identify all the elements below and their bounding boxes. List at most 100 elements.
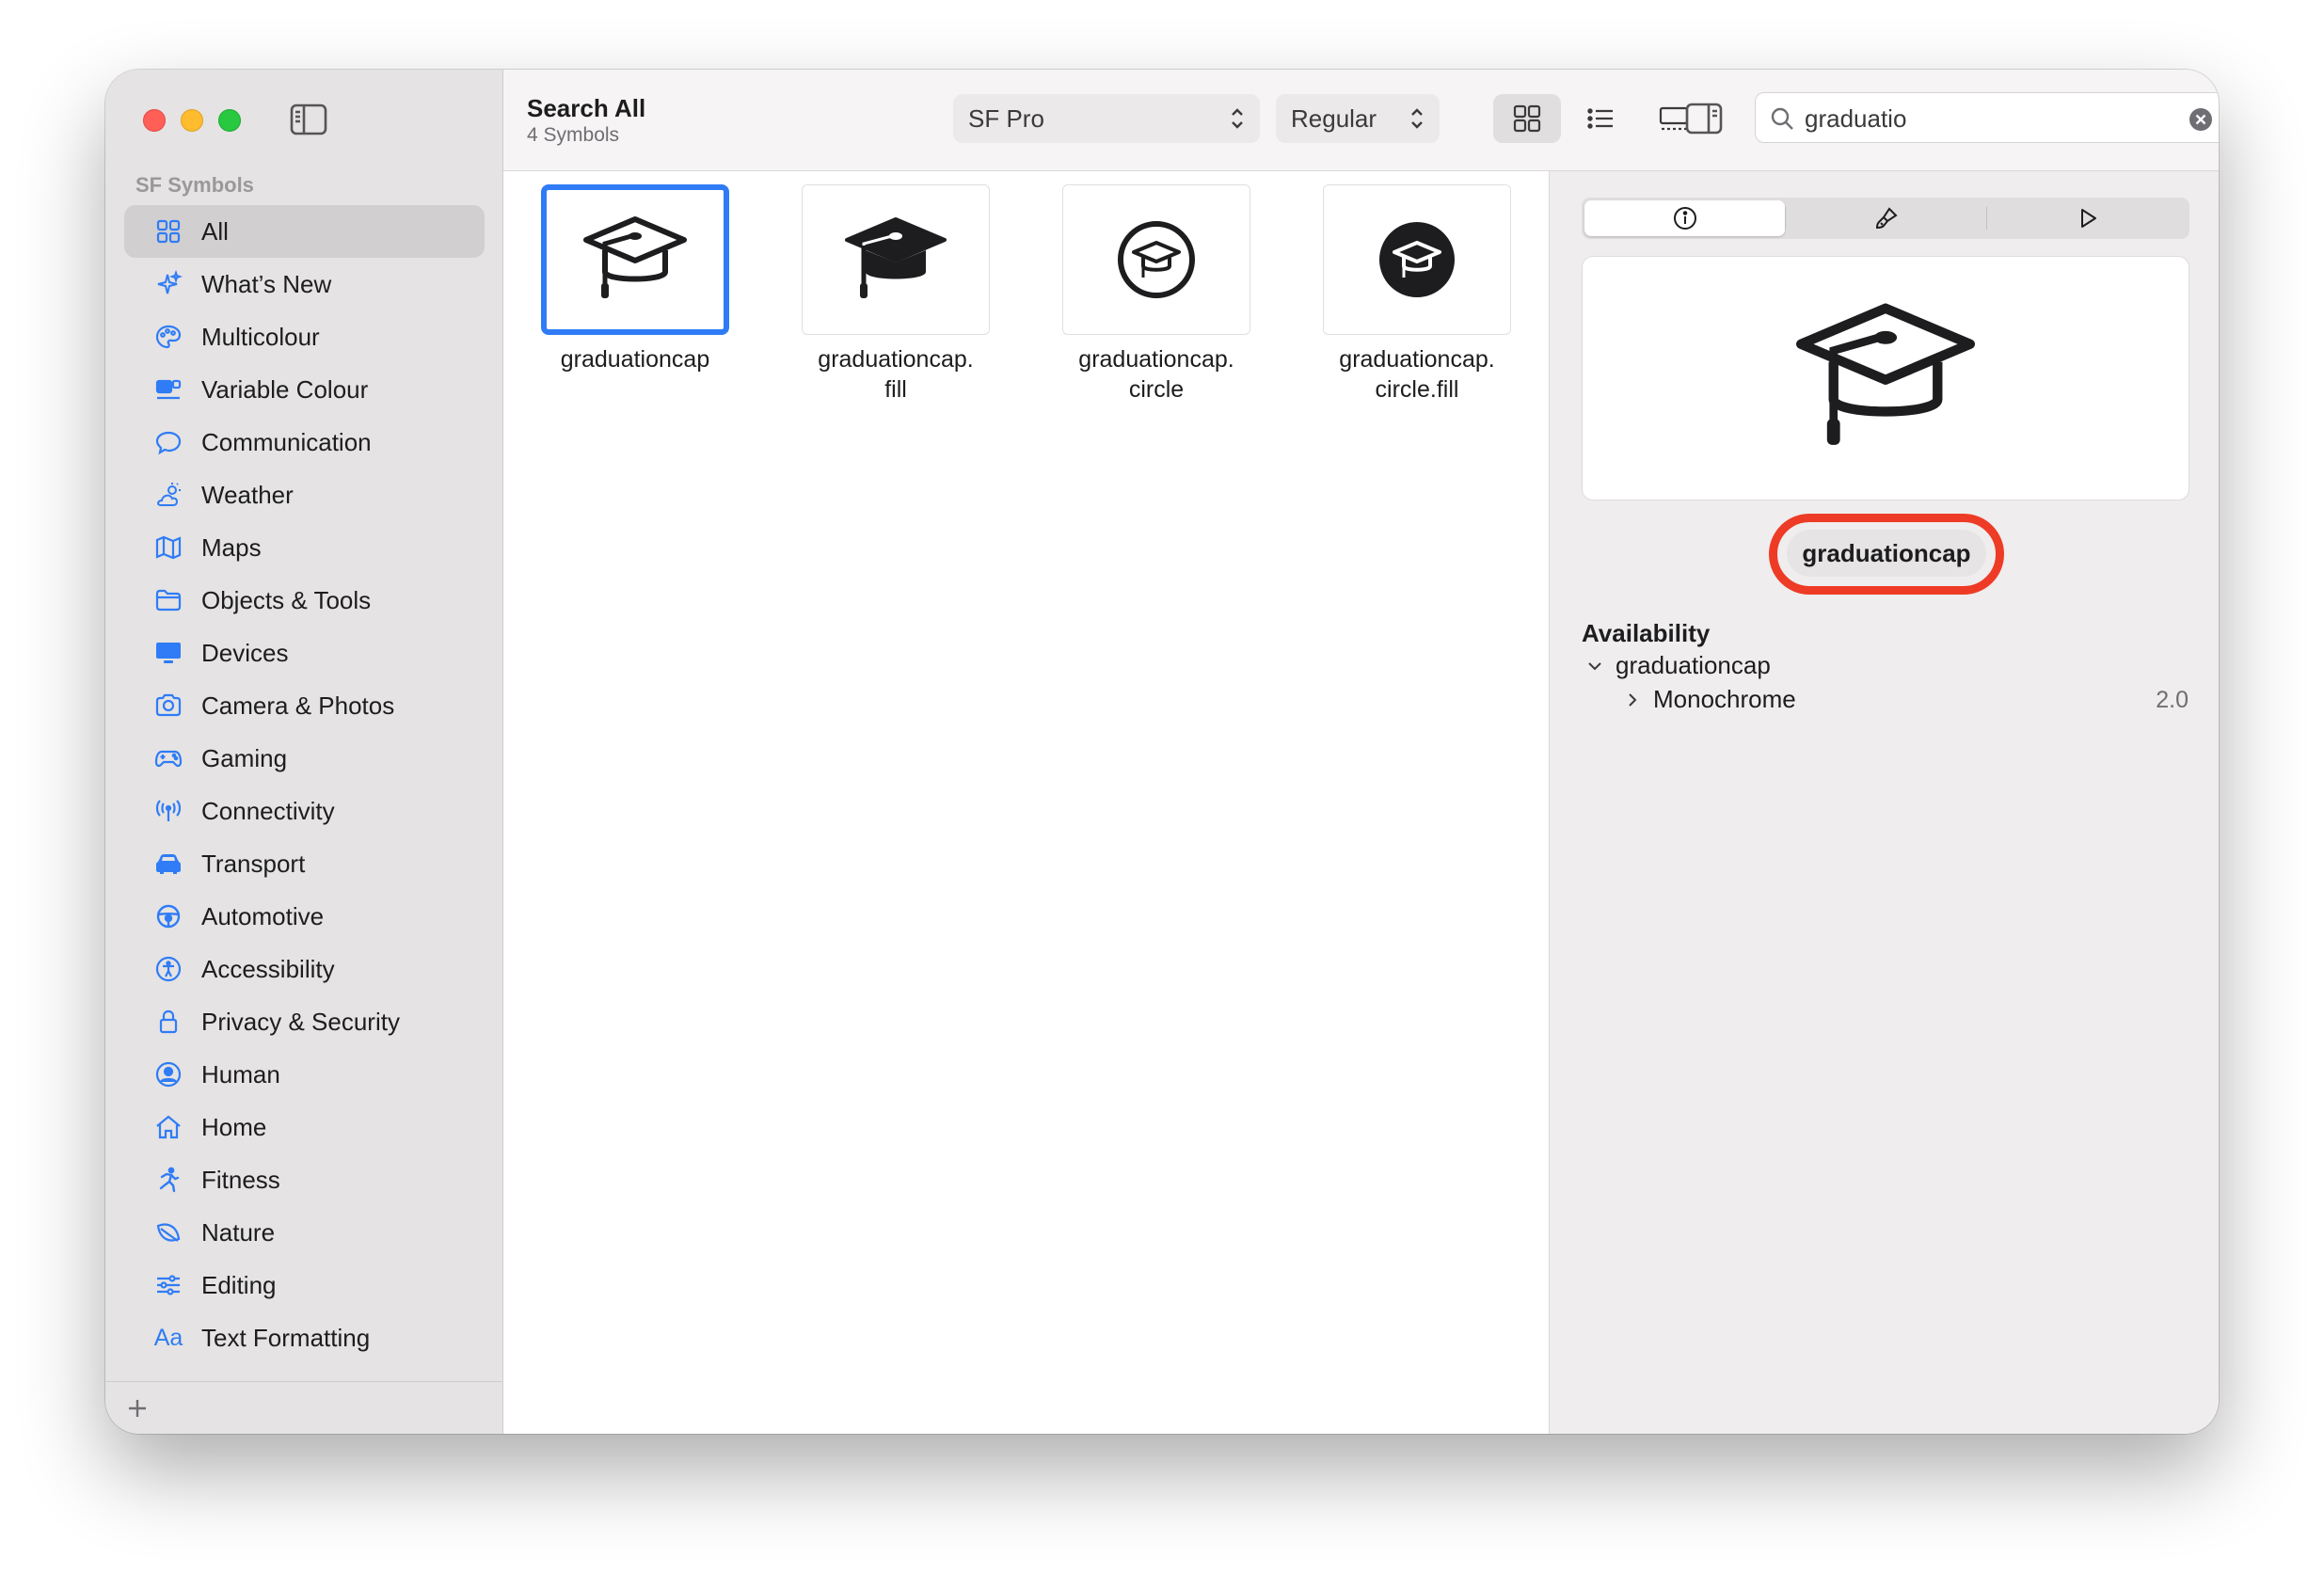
sidebar-item-label: Variable Colour: [201, 374, 369, 404]
weight-popup[interactable]: Regular: [1276, 94, 1440, 143]
play-icon: [2080, 209, 2096, 228]
sidebar-item-label: Automotive: [201, 901, 325, 930]
sidebar-item-text-formatting[interactable]: Aa Text Formatting: [124, 1311, 485, 1364]
symbol-tile: [802, 184, 990, 335]
sidebar-item-all[interactable]: All: [124, 205, 485, 258]
sidebar-item-transport[interactable]: Transport: [124, 837, 485, 890]
person-circle-icon: [154, 1060, 183, 1088]
sidebar-item-fitness[interactable]: Fitness: [124, 1153, 485, 1206]
tab-animation[interactable]: [1987, 200, 2188, 236]
sidebar-item-label: Devices: [201, 638, 289, 667]
symbol-tile: [1323, 184, 1511, 335]
availability-symbol-row[interactable]: graduationcap: [1585, 651, 1771, 680]
minimize-window-button[interactable]: [181, 109, 203, 132]
symbol-tile: [541, 184, 729, 335]
sidebar-item-communication[interactable]: Communication: [124, 416, 485, 469]
sidebar-item-variable-colour[interactable]: Variable Colour: [124, 363, 485, 416]
text-format-icon: Aa: [153, 1324, 183, 1351]
sidebar-item-label: Communication: [201, 427, 372, 456]
steering-wheel-icon: [154, 902, 183, 930]
leaf-icon: [154, 1218, 183, 1247]
sidebar-item-accessibility[interactable]: Accessibility: [124, 943, 485, 995]
symbol-tile: [1062, 184, 1250, 335]
sidebar-item-label: Fitness: [201, 1165, 280, 1194]
sidebar-item-weather[interactable]: Weather: [124, 469, 485, 521]
close-window-button[interactable]: [143, 109, 166, 132]
house-icon: [154, 1113, 183, 1141]
window-controls: [143, 109, 241, 132]
sidebar-item-label: Transport: [201, 849, 306, 878]
sidebar-item-whats-new[interactable]: What’s New: [124, 258, 485, 310]
symbol-name-label[interactable]: graduationcap: [1787, 530, 1986, 577]
availability-rendering-row[interactable]: Monochrome: [1623, 685, 1796, 714]
search-icon: [1771, 107, 1793, 130]
sidebar-item-automotive[interactable]: Automotive: [124, 890, 485, 943]
symbol-cell-graduationcap[interactable]: graduationcap: [541, 184, 729, 374]
symbol-cell-graduationcap-fill[interactable]: graduationcap. fill: [802, 184, 990, 405]
graduationcap-fill-icon: [845, 217, 947, 298]
inspector-tabs: [1582, 198, 2189, 239]
sidebar-item-gaming[interactable]: Gaming: [124, 732, 485, 785]
antenna-icon: [154, 797, 183, 825]
cloud-sun-icon: [154, 481, 183, 509]
tab-rendering[interactable]: [1786, 200, 1986, 236]
symbol-count: 4 Symbols: [527, 124, 620, 146]
sidebar-item-label: What’s New: [201, 269, 332, 298]
variable-colour-icon: [154, 375, 183, 404]
sidebar-item-editing[interactable]: Editing: [124, 1259, 485, 1311]
symbol-cell-graduationcap-circle[interactable]: graduationcap. circle: [1062, 184, 1250, 405]
sidebar-item-connectivity[interactable]: Connectivity: [124, 785, 485, 837]
sidebar-item-label: Home: [201, 1112, 267, 1141]
list-view-button[interactable]: [1567, 94, 1634, 143]
availability-version: 2.0: [2156, 687, 2189, 713]
sidebar-item-label: Nature: [201, 1217, 276, 1247]
grid-view-button[interactable]: [1493, 94, 1561, 143]
app-window: SF Symbols All What’s New Multicolour Va…: [105, 70, 2219, 1434]
sidebar-item-label: Text Formatting: [201, 1323, 371, 1352]
sidebar-item-nature[interactable]: Nature: [124, 1206, 485, 1259]
sidebar-item-objects-tools[interactable]: Objects & Tools: [124, 574, 485, 627]
search-input[interactable]: [1805, 103, 2162, 135]
grid-view-icon: [1513, 104, 1541, 133]
car-icon: [154, 850, 183, 878]
font-popup-value: SF Pro: [968, 103, 1044, 133]
clear-search-icon[interactable]: [2189, 107, 2213, 132]
zoom-window-button[interactable]: [218, 109, 241, 132]
search-field: [1755, 92, 2219, 143]
chevron-down-icon: [1588, 661, 1601, 670]
graduationcap-icon: [1795, 303, 1975, 445]
palette-icon: [154, 323, 183, 351]
camera-icon: [154, 691, 183, 720]
font-popup[interactable]: SF Pro: [953, 94, 1260, 143]
sidebar-toggle-icon[interactable]: [290, 103, 327, 135]
symbol-cell-graduationcap-circle-fill[interactable]: graduationcap. circle.fill: [1323, 184, 1511, 405]
sidebar-item-label: Human: [201, 1059, 280, 1088]
accessibility-icon: [154, 955, 183, 983]
lock-icon: [154, 1008, 183, 1036]
sidebar-item-multicolour[interactable]: Multicolour: [124, 310, 485, 363]
sidebar-item-privacy-security[interactable]: Privacy & Security: [124, 995, 485, 1048]
sidebar-item-camera-photos[interactable]: Camera & Photos: [124, 679, 485, 732]
info-icon: [1673, 207, 1696, 230]
symbol-name: graduationcap: [560, 346, 710, 373]
sidebar-item-label: Privacy & Security: [201, 1007, 400, 1036]
sparkles-icon: [154, 270, 183, 298]
symbol-name: graduationcap. fill: [818, 346, 974, 403]
updown-chevron-icon: [1232, 108, 1243, 129]
sidebar-item-label: All: [201, 216, 229, 246]
plus-icon[interactable]: [120, 1391, 154, 1425]
tab-info[interactable]: [1584, 200, 1785, 236]
sidebar: SF Symbols All What’s New Multicolour Va…: [105, 70, 503, 1434]
sidebar-item-home[interactable]: Home: [124, 1101, 485, 1153]
graduationcap-icon: [583, 216, 687, 298]
inspector-toggle-icon[interactable]: [1682, 98, 1726, 139]
inspector-panel: graduationcap Availability graduationcap…: [1549, 171, 2219, 1434]
sidebar-item-human[interactable]: Human: [124, 1048, 485, 1101]
graduationcap-circle-icon: [1118, 221, 1195, 298]
gamecontroller-icon: [154, 744, 183, 772]
sidebar-item-label: Camera & Photos: [201, 691, 395, 720]
sidebar-item-devices[interactable]: Devices: [124, 627, 485, 679]
sidebar-footer: [105, 1381, 502, 1434]
paintbrush-icon: [1875, 207, 1898, 230]
sidebar-item-maps[interactable]: Maps: [124, 521, 485, 574]
